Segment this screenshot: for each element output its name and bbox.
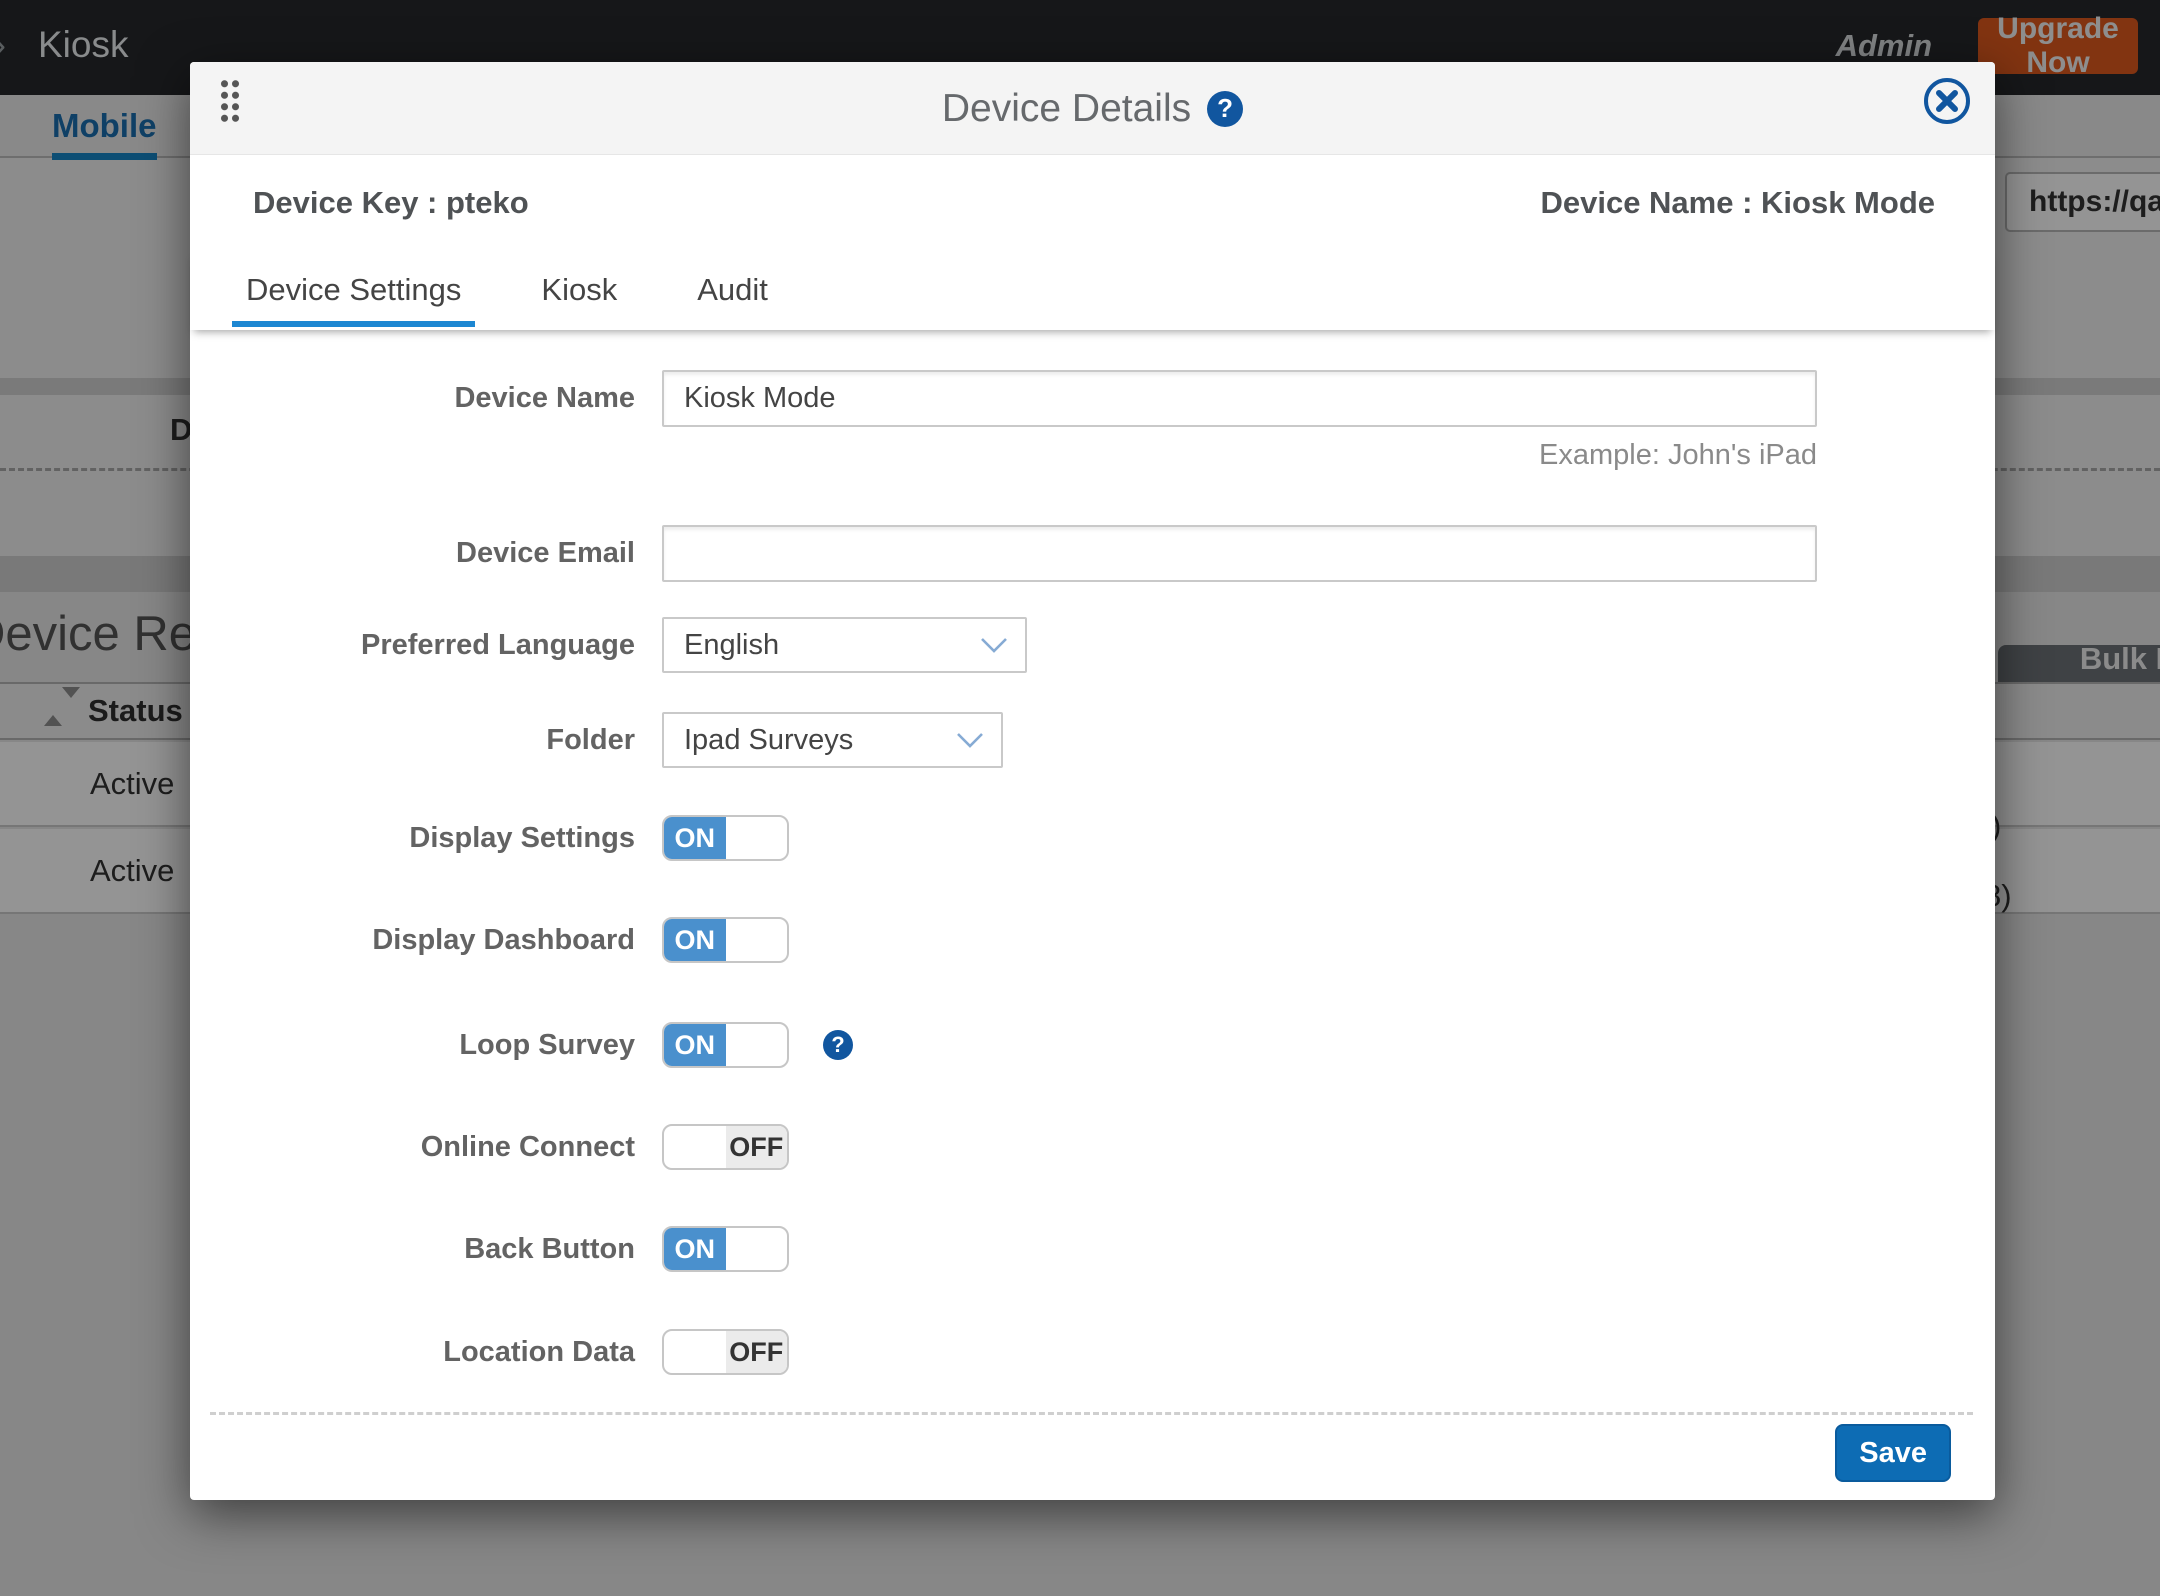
- preferred-language-select[interactable]: English: [662, 617, 1027, 673]
- preferred-language-value: English: [684, 629, 779, 662]
- toggle-switch[interactable]: ON: [662, 917, 789, 963]
- device-name-row: Device Name: [190, 370, 1995, 427]
- toggle-row-online-connect: Online Connect OFF: [190, 1124, 1995, 1170]
- toggle-switch[interactable]: ON: [662, 1226, 789, 1272]
- toggle-on-segment: ON: [664, 1024, 726, 1066]
- chevron-down-icon: [957, 733, 983, 748]
- toggle-on-segment: [664, 1331, 726, 1373]
- toggle-off-segment: [726, 817, 788, 859]
- device-email-row: Device Email: [190, 525, 1995, 582]
- toggle-label: Display Dashboard: [190, 924, 635, 957]
- toggle-on-segment: [664, 1126, 726, 1168]
- toggle-switch[interactable]: ON: [662, 1022, 789, 1068]
- toggle-label: Loop Survey: [190, 1029, 635, 1062]
- toggle-label: Display Settings: [190, 822, 635, 855]
- toggle-row-location-data: Location Data OFF: [190, 1329, 1995, 1375]
- folder-label: Folder: [190, 724, 635, 757]
- toggle-label: Location Data: [190, 1336, 635, 1369]
- toggle-off-segment: [726, 1228, 788, 1270]
- device-email-label: Device Email: [190, 537, 635, 570]
- tab-audit[interactable]: Audit: [683, 250, 782, 330]
- device-key-row: Device Key : pteko Device Name : Kiosk M…: [190, 155, 1995, 250]
- toggle-row-display-settings: Display Settings ON: [190, 815, 1995, 861]
- device-details-modal: Device Details ? Device Key : pteko Devi…: [190, 62, 1995, 1500]
- toggle-off-segment: OFF: [726, 1331, 788, 1373]
- modal-tabs: Device Settings Kiosk Audit: [190, 250, 1995, 330]
- chevron-down-icon: [981, 638, 1007, 653]
- tab-device-settings[interactable]: Device Settings: [232, 250, 475, 330]
- device-name-text: Device Name : Kiosk Mode: [1540, 185, 1935, 221]
- preferred-language-label: Preferred Language: [190, 629, 635, 662]
- folder-select[interactable]: Ipad Surveys: [662, 712, 1003, 768]
- toggle-label: Online Connect: [190, 1131, 635, 1164]
- help-icon[interactable]: ?: [823, 1030, 853, 1060]
- toggle-switch[interactable]: OFF: [662, 1124, 789, 1170]
- toggle-off-segment: [726, 919, 788, 961]
- toggle-off-segment: OFF: [726, 1126, 788, 1168]
- toggle-switch[interactable]: ON: [662, 815, 789, 861]
- toggle-on-segment: ON: [664, 1228, 726, 1270]
- toggle-label: Back Button: [190, 1233, 635, 1266]
- toggle-switch[interactable]: OFF: [662, 1329, 789, 1375]
- folder-row: Folder Ipad Surveys: [190, 712, 1995, 768]
- toggle-off-segment: [726, 1024, 788, 1066]
- footer-divider: [210, 1412, 1973, 1415]
- tab-kiosk[interactable]: Kiosk: [527, 250, 631, 330]
- toggle-on-segment: ON: [664, 919, 726, 961]
- close-icon[interactable]: [1921, 75, 1973, 127]
- modal-title: Device Details: [942, 87, 1191, 131]
- device-key-text: Device Key : pteko: [253, 185, 529, 221]
- modal-header: Device Details ?: [190, 62, 1995, 155]
- device-name-hint: Example: John's iPad: [662, 439, 1817, 472]
- toggle-row-loop-survey: Loop Survey ON?: [190, 1022, 1995, 1068]
- device-name-input[interactable]: [662, 370, 1817, 427]
- toggle-row-display-dashboard: Display Dashboard ON: [190, 917, 1995, 963]
- preferred-language-row: Preferred Language English: [190, 617, 1995, 673]
- device-email-input[interactable]: [662, 525, 1817, 582]
- toggle-on-segment: ON: [664, 817, 726, 859]
- save-button[interactable]: Save: [1835, 1424, 1951, 1482]
- toggle-row-back-button: Back Button ON: [190, 1226, 1995, 1272]
- folder-value: Ipad Surveys: [684, 724, 853, 757]
- help-icon[interactable]: ?: [1207, 91, 1243, 127]
- device-name-label: Device Name: [190, 382, 635, 415]
